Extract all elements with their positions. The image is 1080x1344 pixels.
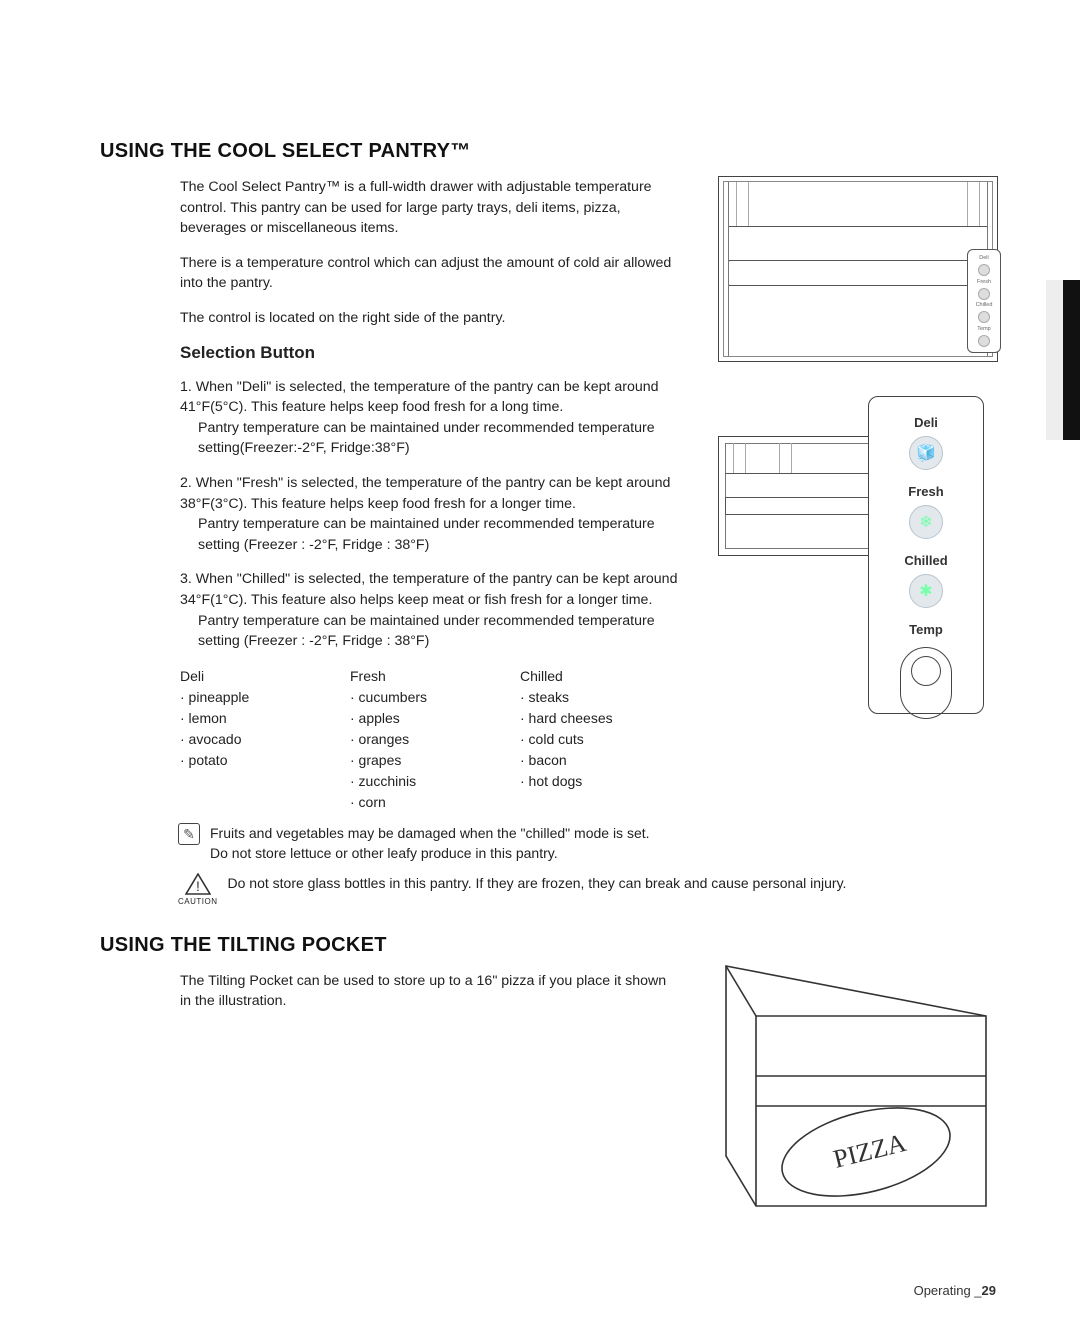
note-icon: ✎	[178, 823, 200, 845]
panel-temp: Temp	[900, 622, 952, 719]
panel-chilled-label: Chilled	[904, 553, 947, 568]
page-footer: Operating _29	[914, 1283, 996, 1298]
food-item: · cold cuts	[520, 729, 630, 750]
food-col-chilled: Chilled · steaks · hard cheeses · cold c…	[520, 666, 630, 813]
pantry-overview-illustration: Deli Fresh Chilled Temp	[718, 176, 998, 362]
food-item: · zucchinis	[350, 771, 460, 792]
section1-title: USING THE COOL SELECT PANTRY™	[100, 140, 1000, 163]
food-item: · steaks	[520, 687, 630, 708]
list-item: 3. When "Chilled" is selected, the tempe…	[180, 569, 700, 651]
item1-cont: Pantry temperature can be maintained und…	[180, 418, 700, 459]
food-col-header: Deli	[180, 666, 290, 687]
panel-deli-label: Deli	[914, 415, 938, 430]
note-line-1: Fruits and vegetables may be damaged whe…	[210, 823, 650, 843]
fresh-icon: ❄	[909, 505, 943, 539]
intro-para-2: There is a temperature control which can…	[180, 253, 690, 294]
food-item: · cucumbers	[350, 687, 460, 708]
item3-main: 3. When "Chilled" is selected, the tempe…	[180, 571, 677, 608]
food-item: · grapes	[350, 750, 460, 771]
svg-text:!: !	[196, 878, 200, 894]
note-chilled-damage: ✎ Fruits and vegetables may be damaged w…	[178, 823, 978, 864]
panel-chilled: Chilled ✱	[904, 553, 947, 608]
food-item: · hard cheeses	[520, 708, 630, 729]
pizza-label: PIZZA	[830, 1128, 909, 1174]
tilting-pocket-illustration: PIZZA	[696, 956, 996, 1216]
item3-cont: Pantry temperature can be maintained und…	[180, 611, 700, 652]
food-item: · hot dogs	[520, 771, 630, 792]
control-panel-illustration: Deli 🧊 Fresh ❄ Chilled ✱ Temp	[718, 396, 998, 716]
food-item: · oranges	[350, 729, 460, 750]
panel-fresh-label: Fresh	[908, 484, 943, 499]
mini-control-panel-illustration: Deli Fresh Chilled Temp	[967, 249, 1001, 353]
side-tab-label: 02 OPERATING	[1062, 300, 1074, 392]
panel-temp-label: Temp	[909, 622, 943, 637]
item2-main: 2. When "Fresh" is selected, the tempera…	[180, 475, 670, 512]
item1-main: 1. When "Deli" is selected, the temperat…	[180, 379, 659, 416]
item2-cont: Pantry temperature can be maintained und…	[180, 514, 700, 555]
food-item: · pineapple	[180, 687, 290, 708]
caution-icon: ! CAUTION	[178, 873, 218, 908]
caution-label: CAUTION	[178, 896, 218, 908]
intro-para-1: The Cool Select Pantry™ is a full-width …	[180, 177, 690, 239]
food-item: · potato	[180, 750, 290, 771]
note-line-2: Do not store lettuce or other leafy prod…	[210, 843, 650, 863]
list-item: 1. When "Deli" is selected, the temperat…	[180, 377, 700, 459]
food-item: · avocado	[180, 729, 290, 750]
tilting-copy: The Tilting Pocket can be used to store …	[180, 971, 680, 1012]
list-item: 2. When "Fresh" is selected, the tempera…	[180, 473, 700, 555]
chilled-icon: ✱	[909, 574, 943, 608]
food-col-header: Fresh	[350, 666, 460, 687]
panel-deli: Deli 🧊	[909, 415, 943, 470]
temp-knob-icon	[900, 647, 952, 719]
food-col-deli: Deli · pineapple · lemon · avocado · pot…	[180, 666, 290, 813]
selection-button-list: 1. When "Deli" is selected, the temperat…	[180, 377, 700, 652]
panel-fresh: Fresh ❄	[908, 484, 943, 539]
deli-icon: 🧊	[909, 436, 943, 470]
food-item: · corn	[350, 792, 460, 813]
caution-text: Do not store glass bottles in this pantr…	[228, 873, 847, 893]
caution-row: ! CAUTION Do not store glass bottles in …	[178, 873, 978, 908]
footer-page-number: 29	[982, 1283, 996, 1298]
food-item: · lemon	[180, 708, 290, 729]
food-item: · bacon	[520, 750, 630, 771]
food-col-header: Chilled	[520, 666, 630, 687]
section2-title: USING THE TILTING POCKET	[100, 934, 1000, 957]
footer-text: Operating _	[914, 1283, 982, 1298]
food-col-fresh: Fresh · cucumbers · apples · oranges · g…	[350, 666, 460, 813]
intro-para-3: The control is located on the right side…	[180, 308, 690, 329]
food-item: · apples	[350, 708, 460, 729]
